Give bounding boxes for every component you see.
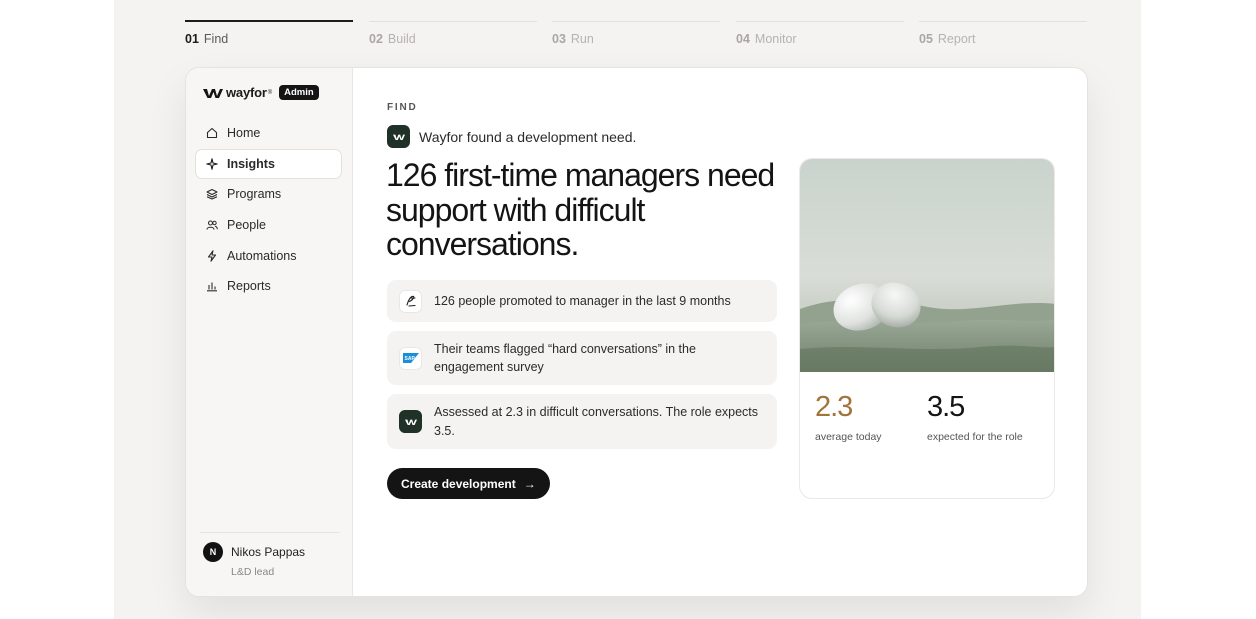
sparkle-icon: [206, 157, 218, 170]
list-item: Assessed at 2.3 in difficult conversatio…: [387, 394, 777, 449]
sidebar-item-home[interactable]: Home: [195, 118, 342, 148]
svg-text:SAP: SAP: [404, 356, 415, 362]
sidebar-item-people[interactable]: People: [195, 210, 342, 240]
skill-gap-card: 2.3 average today 3.5 expected for the r…: [799, 158, 1055, 499]
step-number: 03: [552, 32, 566, 46]
sidebar: wayfor ® Admin Home Insights Programs Peo…: [186, 68, 353, 596]
app-window: wayfor ® Admin Home Insights Programs Peo…: [185, 67, 1088, 597]
step-find[interactable]: 01 Find: [185, 20, 353, 46]
section-kicker: FIND: [387, 102, 418, 113]
page-title: 126 first-time managers need support wit…: [386, 157, 775, 262]
step-label: Find: [203, 32, 229, 46]
step-number: 01: [185, 32, 199, 46]
step-bar: [736, 21, 904, 22]
sidebar-item-insights[interactable]: Insights: [195, 148, 342, 179]
step-bar: [919, 21, 1087, 22]
step-progress: 01 Find 02 Build 03 Run 04 Monitor 05 Report: [185, 20, 1088, 51]
wayfor-logo-icon: [203, 88, 223, 98]
layers-icon: [206, 188, 218, 200]
step-label: Run: [570, 32, 594, 46]
sidebar-item-label: Programs: [227, 187, 282, 202]
current-score: 2.3 average today: [815, 391, 882, 443]
step-monitor[interactable]: 04 Monitor: [736, 21, 904, 46]
insight-source: Wayfor found a development need.: [387, 125, 636, 148]
bolt-icon: [206, 250, 218, 262]
step-build[interactable]: 02 Build: [369, 21, 537, 46]
people-icon: [206, 219, 218, 231]
user-name: Nikos Pappas: [231, 545, 306, 559]
evidence-text: Their teams flagged “hard conversations”…: [434, 341, 696, 375]
create-development-button[interactable]: Create development →: [387, 468, 550, 499]
arrow-right-icon: →: [523, 476, 536, 491]
signature-icon: [399, 289, 422, 313]
sidebar-item-automations[interactable]: Automations: [195, 241, 342, 271]
step-label: Report: [937, 32, 976, 46]
wayfor-logo-icon: [399, 410, 422, 433]
expected-score-caption: expected for the role: [927, 431, 1023, 443]
expected-score: 3.5 expected for the role: [927, 391, 1023, 443]
step-bar: [552, 21, 720, 22]
user-role: L&D lead: [231, 566, 275, 578]
button-label: Create development: [401, 476, 516, 491]
step-report[interactable]: 05 Report: [919, 21, 1087, 46]
bar-chart-icon: [206, 280, 218, 292]
evidence-text: Assessed at 2.3 in difficult conversatio…: [434, 405, 759, 438]
sidebar-item-label: People: [227, 218, 266, 233]
sidebar-item-label: Automations: [227, 248, 297, 263]
sidebar-item-label: Home: [227, 126, 261, 140]
evidence-text: 126 people promoted to manager in the la…: [434, 293, 731, 308]
expected-score-value: 3.5: [927, 391, 965, 423]
step-bar: [369, 21, 537, 22]
brand-name: wayfor: [226, 85, 267, 100]
home-icon: [206, 127, 218, 139]
step-run[interactable]: 03 Run: [552, 21, 720, 46]
sidebar-divider: [200, 532, 340, 533]
step-bar: [185, 20, 353, 22]
current-score-value: 2.3: [815, 391, 853, 423]
current-score-caption: average today: [815, 431, 882, 443]
trademark-mark: ®: [267, 89, 273, 96]
role-badge: Admin: [279, 85, 319, 100]
brand: wayfor ® Admin: [203, 85, 319, 100]
avatar: N: [203, 542, 223, 562]
list-item: 126 people promoted to manager in the la…: [387, 280, 777, 322]
sidebar-item-label: Insights: [227, 156, 275, 171]
sidebar-item-programs[interactable]: Programs: [195, 179, 342, 209]
step-number: 02: [369, 32, 383, 46]
list-item: SAP Their teams flagged “hard conversati…: [387, 331, 777, 385]
sap-logo-icon: SAP: [399, 346, 422, 370]
sidebar-item-label: Reports: [227, 279, 271, 294]
step-label: Build: [387, 32, 416, 46]
step-number: 04: [736, 32, 750, 46]
step-number: 05: [919, 32, 933, 46]
wayfor-logo-icon: [387, 125, 410, 148]
moss-stones-photo: [800, 159, 1054, 372]
insight-source-text: Wayfor found a development need.: [419, 128, 637, 145]
sidebar-item-reports[interactable]: Reports: [195, 271, 342, 301]
evidence-list: 126 people promoted to manager in the la…: [387, 280, 777, 458]
step-label: Monitor: [754, 32, 797, 46]
sidebar-nav: Home Insights Programs People Automation…: [195, 118, 342, 302]
